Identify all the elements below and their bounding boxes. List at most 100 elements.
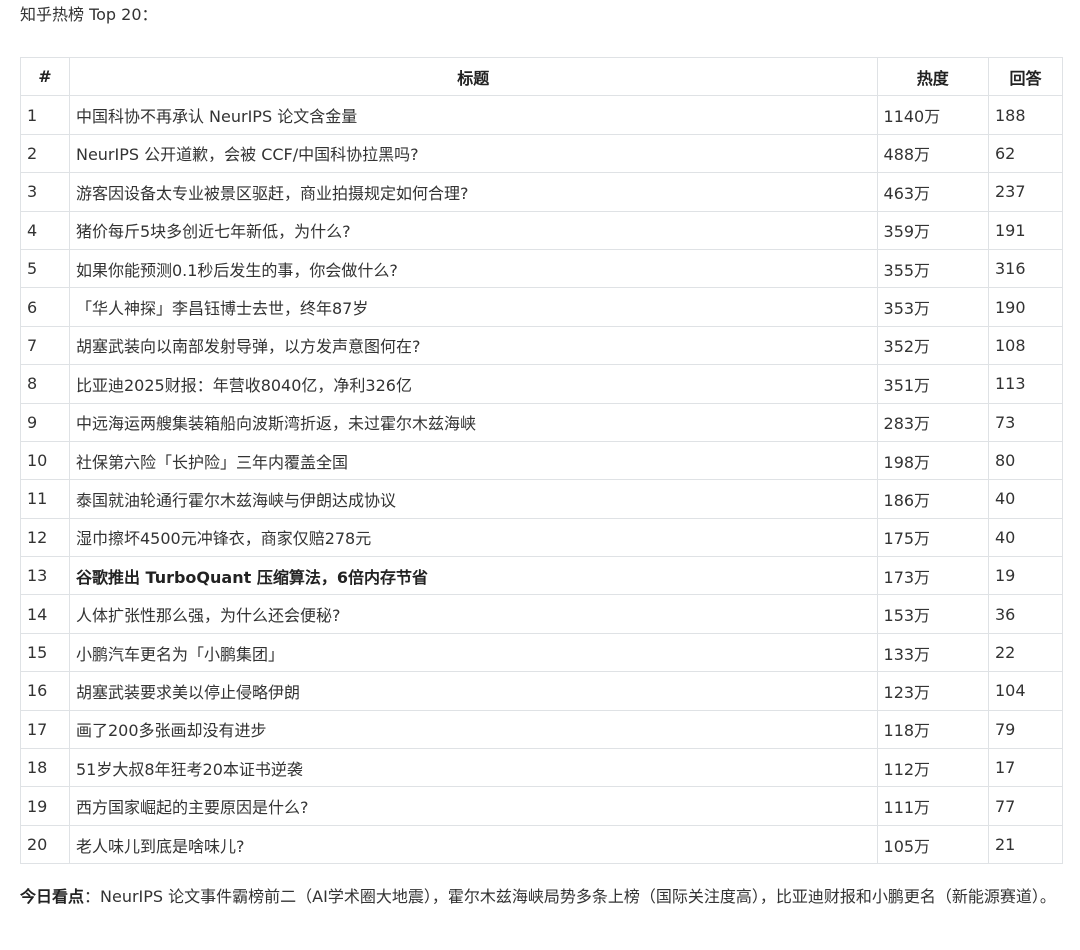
cell-answers: 19 xyxy=(988,556,1063,596)
table-row: 11 泰国就油轮通行霍尔木兹海峡与伊朗达成协议 186万 40 xyxy=(20,479,1063,519)
cell-heat: 359万 xyxy=(876,210,990,250)
cell-heat: 463万 xyxy=(876,172,990,212)
table-row: 19 西方国家崛起的主要原因是什么? 111万 77 xyxy=(20,786,1063,826)
cell-heat: 353万 xyxy=(876,287,990,327)
cell-heat: 351万 xyxy=(876,364,990,404)
cell-heat: 133万 xyxy=(876,632,990,673)
cell-rank: 19 xyxy=(20,786,70,826)
table-row: 20 老人味儿到底是啥味儿? 105万 21 xyxy=(20,824,1063,865)
cell-answers: 191 xyxy=(988,210,1063,250)
table-row: 8 比亚迪2025财报：年营收8040亿，净利326亿 351万 113 xyxy=(20,364,1063,404)
cell-answers: 108 xyxy=(988,325,1063,366)
cell-rank: 20 xyxy=(20,824,70,865)
cell-answers: 190 xyxy=(988,287,1063,327)
cell-title: 「华人神探」李昌钰博士去世，终年87岁 xyxy=(68,287,878,327)
cell-title: 泰国就油轮通行霍尔木兹海峡与伊朗达成协议 xyxy=(68,479,878,519)
cell-title: 胡塞武装向以南部发射导弹，以方发声意图何在? xyxy=(68,325,878,366)
cell-title: 社保第六险「长护险」三年内覆盖全国 xyxy=(68,440,878,481)
cell-answers: 316 xyxy=(988,248,1063,289)
cell-heat: 118万 xyxy=(876,709,990,750)
cell-answers: 77 xyxy=(988,786,1063,826)
cell-rank: 8 xyxy=(20,364,70,404)
cell-answers: 80 xyxy=(988,440,1063,481)
summary-label: 今日看点 xyxy=(20,887,85,906)
table-row: 13 谷歌推出 TurboQuant 压缩算法，6倍内存节省 173万 19 xyxy=(20,556,1063,596)
cell-answers: 237 xyxy=(988,172,1063,212)
cell-heat: 153万 xyxy=(876,594,990,634)
cell-rank: 14 xyxy=(20,594,70,634)
cell-heat: 112万 xyxy=(876,748,990,788)
cell-title: 人体扩张性那么强，为什么还会便秘? xyxy=(68,594,878,634)
table-row: 18 51岁大叔8年狂考20本证书逆袭 112万 17 xyxy=(20,748,1063,788)
cell-answers: 73 xyxy=(988,402,1063,442)
cell-answers: 113 xyxy=(988,364,1063,404)
table-header-row: # 标题 热度 回答 xyxy=(20,56,1063,97)
header-answers: 回答 xyxy=(988,56,1063,97)
page-heading: 知乎热榜 Top 20： xyxy=(20,5,158,24)
cell-rank: 2 xyxy=(20,133,70,174)
daily-highlights: 今日看点：NeurIPS 论文事件霸榜前二（AI学术圈大地震），霍尔木兹海峡局势… xyxy=(20,884,1065,909)
cell-heat: 123万 xyxy=(876,671,990,711)
cell-rank: 10 xyxy=(20,440,70,481)
cell-heat: 283万 xyxy=(876,402,990,442)
cell-rank: 6 xyxy=(20,287,70,327)
cell-rank: 17 xyxy=(20,709,70,750)
cell-heat: 488万 xyxy=(876,133,990,174)
summary-text: ：NeurIPS 论文事件霸榜前二（AI学术圈大地震），霍尔木兹海峡局势多条上榜… xyxy=(84,887,1056,906)
cell-title: 湿巾擦坏4500元冲锋衣，商家仅赔278元 xyxy=(68,517,878,558)
header-title: 标题 xyxy=(68,56,878,97)
header-heat: 热度 xyxy=(876,56,990,97)
table-row: 4 猪价每斤5块多创近七年新低，为什么? 359万 191 xyxy=(20,210,1063,250)
cell-answers: 22 xyxy=(988,632,1063,673)
cell-rank: 5 xyxy=(20,248,70,289)
cell-rank: 11 xyxy=(20,479,70,519)
table-body: 1 中国科协不再承认 NeurIPS 论文含金量 1140万 188 2 NeurIPS … xyxy=(20,95,1063,865)
cell-heat: 105万 xyxy=(876,824,990,865)
table-row: 2 NeurIPS 公开道歉，会被 CCF/中国科协拉黑吗? 488万 62 xyxy=(20,133,1063,174)
table-row: 3 游客因设备太专业被景区驱赶，商业拍摄规定如何合理? 463万 237 xyxy=(20,172,1063,212)
table-row: 7 胡塞武装向以南部发射导弹，以方发声意图何在? 352万 108 xyxy=(20,325,1063,366)
table-row: 17 画了200多张画却没有进步 118万 79 xyxy=(20,709,1063,750)
cell-heat: 173万 xyxy=(876,556,990,596)
cell-title: 画了200多张画却没有进步 xyxy=(68,709,878,750)
cell-title: 中国科协不再承认 NeurIPS 论文含金量 xyxy=(68,95,878,135)
cell-title: 胡塞武装要求美以停止侵略伊朗 xyxy=(68,671,878,711)
cell-title: 游客因设备太专业被景区驱赶，商业拍摄规定如何合理? xyxy=(68,172,878,212)
cell-title: 猪价每斤5块多创近七年新低，为什么? xyxy=(68,210,878,250)
cell-title: 老人味儿到底是啥味儿? xyxy=(68,824,878,865)
cell-answers: 40 xyxy=(988,479,1063,519)
table-row: 1 中国科协不再承认 NeurIPS 论文含金量 1140万 188 xyxy=(20,95,1063,135)
cell-rank: 1 xyxy=(20,95,70,135)
cell-heat: 175万 xyxy=(876,517,990,558)
table-row: 9 中远海运两艘集装箱船向波斯湾折返，未过霍尔木兹海峡 283万 73 xyxy=(20,402,1063,442)
cell-rank: 15 xyxy=(20,632,70,673)
cell-heat: 352万 xyxy=(876,325,990,366)
cell-answers: 40 xyxy=(988,517,1063,558)
cell-heat: 355万 xyxy=(876,248,990,289)
cell-rank: 16 xyxy=(20,671,70,711)
cell-answers: 79 xyxy=(988,709,1063,750)
cell-title: 小鹏汽车更名为「小鹏集团」 xyxy=(68,632,878,673)
table-row: 12 湿巾擦坏4500元冲锋衣，商家仅赔278元 175万 40 xyxy=(20,517,1063,558)
cell-title: 比亚迪2025财报：年营收8040亿，净利326亿 xyxy=(68,364,878,404)
cell-rank: 9 xyxy=(20,402,70,442)
cell-heat: 1140万 xyxy=(876,95,990,135)
cell-answers: 36 xyxy=(988,594,1063,634)
cell-rank: 4 xyxy=(20,210,70,250)
cell-rank: 13 xyxy=(20,556,70,596)
cell-answers: 62 xyxy=(988,133,1063,174)
table-row: 14 人体扩张性那么强，为什么还会便秘? 153万 36 xyxy=(20,594,1063,634)
cell-answers: 104 xyxy=(988,671,1063,711)
cell-heat: 186万 xyxy=(876,479,990,519)
cell-title: 谷歌推出 TurboQuant 压缩算法，6倍内存节省 xyxy=(68,556,878,596)
cell-heat: 111万 xyxy=(876,786,990,826)
cell-rank: 18 xyxy=(20,748,70,788)
cell-rank: 3 xyxy=(20,172,70,212)
table-row: 6 「华人神探」李昌钰博士去世，终年87岁 353万 190 xyxy=(20,287,1063,327)
cell-title: 中远海运两艘集装箱船向波斯湾折返，未过霍尔木兹海峡 xyxy=(68,402,878,442)
table-row: 15 小鹏汽车更名为「小鹏集团」 133万 22 xyxy=(20,632,1063,673)
cell-answers: 17 xyxy=(988,748,1063,788)
table-row: 5 如果你能预测0.1秒后发生的事，你会做什么? 355万 316 xyxy=(20,248,1063,289)
cell-answers: 188 xyxy=(988,95,1063,135)
cell-title: 51岁大叔8年狂考20本证书逆袭 xyxy=(68,748,878,788)
